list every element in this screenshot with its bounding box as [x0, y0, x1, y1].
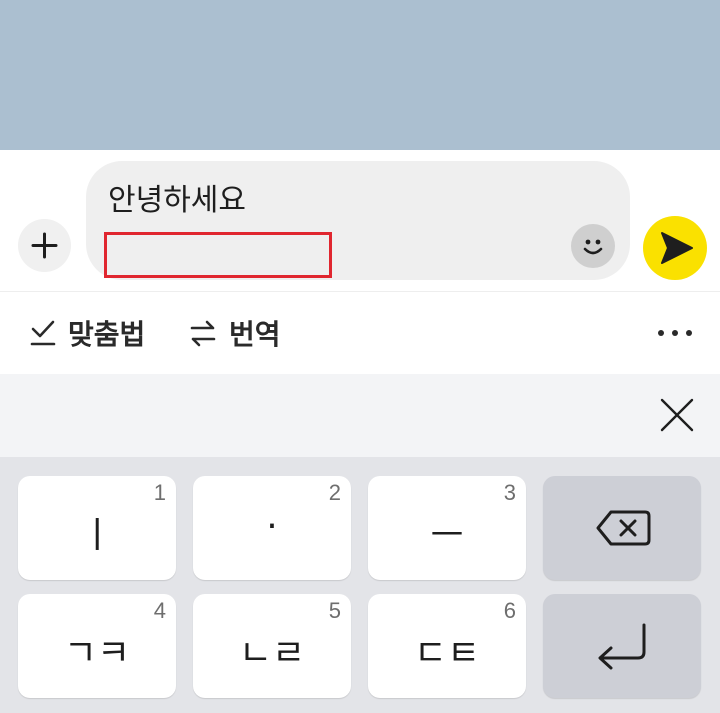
key-number: 4	[153, 598, 166, 623]
key-number: 2	[328, 480, 341, 505]
spell-check-label: 맞춤법	[68, 318, 146, 351]
ellipsis-icon	[658, 330, 692, 336]
key-dot[interactable]: 2 ·	[193, 476, 351, 580]
spell-check-button[interactable]: 맞춤법	[30, 312, 145, 354]
translate-button[interactable]: 번역	[189, 312, 281, 354]
close-x-icon	[660, 398, 694, 432]
message-input-text[interactable]: 안녕하세요	[108, 182, 246, 220]
plus-icon	[31, 232, 58, 259]
backspace-key[interactable]	[543, 476, 701, 580]
suggestion-bar	[0, 374, 720, 457]
more-options-button[interactable]	[655, 318, 695, 348]
key-label: ㄷㅌ	[413, 633, 481, 674]
send-arrow-icon	[661, 232, 693, 264]
enter-return-icon	[598, 623, 646, 670]
translate-label: 번역	[229, 318, 281, 351]
key-i[interactable]: 1 ㅣ	[18, 476, 176, 580]
attach-button[interactable]	[18, 219, 71, 272]
key-label: ㄱㅋ	[63, 633, 131, 674]
key-g-k[interactable]: 4 ㄱㅋ	[18, 594, 176, 698]
key-label: ㅣ	[80, 515, 114, 556]
key-label: ㄴㄹ	[238, 633, 306, 674]
emoji-button[interactable]	[571, 224, 615, 268]
key-label: ㅡ	[430, 515, 464, 556]
chat-background	[0, 0, 720, 150]
key-number: 6	[503, 598, 516, 623]
close-suggestions-button[interactable]	[656, 394, 698, 436]
backspace-icon	[596, 510, 651, 546]
send-button[interactable]	[643, 216, 707, 280]
key-eu[interactable]: 3 ㅡ	[368, 476, 526, 580]
smiley-face-icon	[583, 239, 603, 255]
key-number: 5	[328, 598, 341, 623]
key-n-r[interactable]: 5 ㄴㄹ	[193, 594, 351, 698]
keyboard-bottom-edge	[0, 702, 720, 713]
highlight-box	[104, 232, 332, 278]
key-label: ·	[266, 506, 278, 547]
enter-key[interactable]	[543, 594, 701, 698]
swap-arrows-icon	[190, 320, 216, 347]
key-d-t[interactable]: 6 ㄷㅌ	[368, 594, 526, 698]
key-number: 3	[503, 480, 516, 505]
key-number: 1	[153, 480, 166, 505]
checkmark-underline-icon	[30, 320, 56, 346]
